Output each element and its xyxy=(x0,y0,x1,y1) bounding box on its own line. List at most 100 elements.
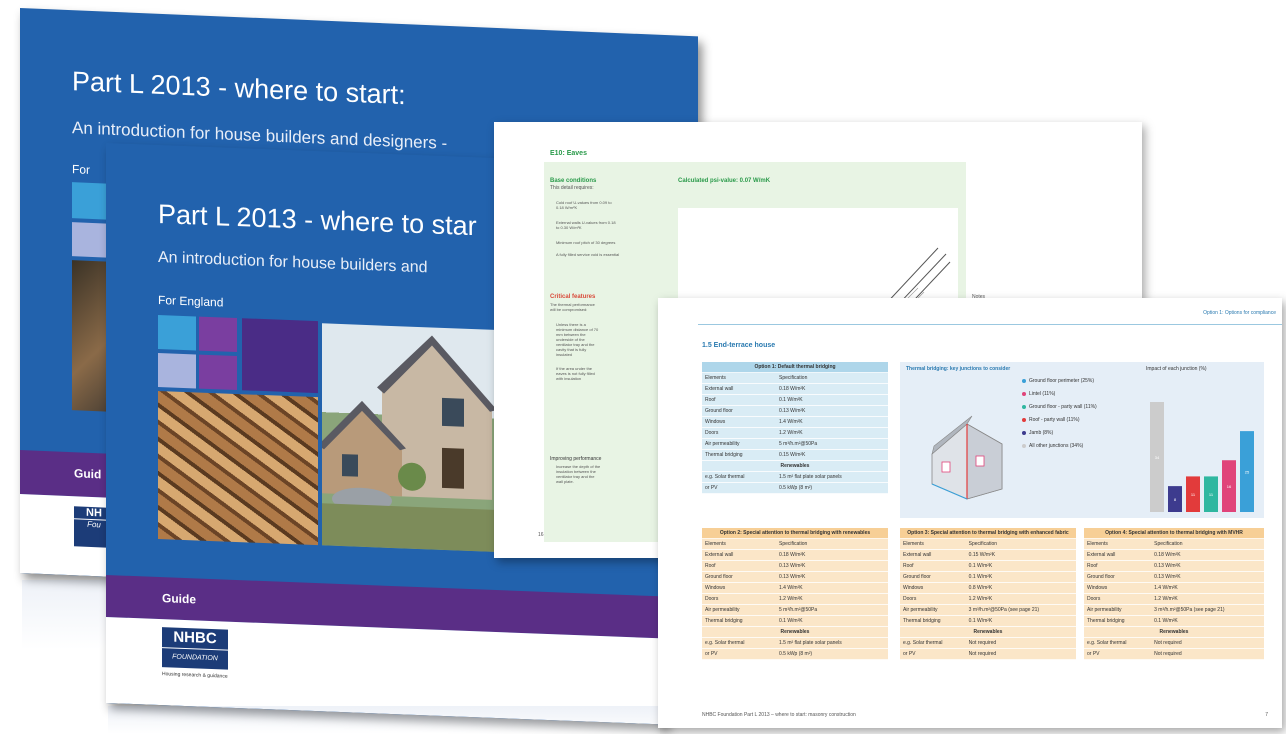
option1-renewables-header-cell: Renewables xyxy=(702,460,888,472)
option3-row-cell: Thermal bridging xyxy=(900,615,966,627)
option4-row-cell: 0.1 W/m²K xyxy=(1151,615,1264,627)
option2-row: Doors 1.2 W/m²K xyxy=(702,593,888,605)
front-tile-purple-2 xyxy=(199,354,237,391)
option4-row: Windows 1.4 W/m²K xyxy=(1084,582,1264,594)
front-cover-guide-label: Guide xyxy=(162,591,197,607)
legend-label: Lintel (11%) xyxy=(1029,391,1056,397)
option4-title-row-cell: Option 4: Special attention to thermal b… xyxy=(1084,528,1264,539)
psi-value: Calculated psi-value: 0.07 W/mK xyxy=(678,178,771,184)
legend-item: All other junctions (34%) xyxy=(1022,443,1083,449)
base-conditions-title: Base conditions xyxy=(550,178,597,184)
back-cover-guide-label: Guid xyxy=(74,466,102,482)
option3-row-cell: 0.1 W/m²K xyxy=(965,615,1076,627)
front-cover-for-label: For England xyxy=(158,292,224,310)
end-terrace-page: Option 1: Options for compliance 1.5 End… xyxy=(658,298,1282,728)
option2-column-header-cell: Elements xyxy=(702,538,776,550)
option4-renewables-header: Renewables xyxy=(1084,626,1264,638)
option4-row-cell: Air permeability xyxy=(1084,604,1152,616)
option3-row-cell: 0.1 W/m²K xyxy=(965,571,1076,583)
terrace-header-right: Option 1: Options for compliance xyxy=(1203,310,1276,316)
legend-swatch xyxy=(1022,378,1026,383)
option3-row-cell: 3 m³/h.m²@50Pa (see page 21) xyxy=(965,604,1076,616)
legend-swatch xyxy=(1022,430,1026,435)
option2-renewables-row-cell: e.g. Solar thermal xyxy=(702,637,776,649)
option4-row: External wall 0.18 W/m²K xyxy=(1084,549,1264,561)
option1-renewables-row-cell: 1.5 m² flat plate solar panels xyxy=(776,471,888,483)
option1-row-cell: Thermal bridging xyxy=(702,449,776,461)
option2-row-cell: 0.1 W/m²K xyxy=(775,615,888,627)
option1-renewables-row-cell: e.g. Solar thermal xyxy=(702,471,776,483)
option1-renewables-row-cell: 0.5 kWp (8 m²) xyxy=(776,482,888,494)
option3-column-header-cell: Elements xyxy=(900,538,966,550)
terrace-page-number: 7 xyxy=(1265,712,1268,718)
option1-row-cell: 0.1 W/m²K xyxy=(776,394,888,406)
back-cover-for-label: For xyxy=(72,162,90,177)
back-cover-title: Part L 2013 - where to start: xyxy=(72,66,406,111)
bridging-title: Thermal bridging: key junctions to consi… xyxy=(906,366,1011,372)
option1-row-cell: 1.4 W/m²K xyxy=(776,416,888,428)
option2-row: Roof 0.13 W/m²K xyxy=(702,560,888,572)
option2-renewables-header-cell: Renewables xyxy=(702,626,888,638)
option4-row-cell: 0.18 W/m²K xyxy=(1151,549,1264,561)
option3-row-cell: 1.2 W/m²K xyxy=(965,593,1076,605)
option2-renewables-row-cell: 1.5 m² flat plate solar panels xyxy=(775,637,888,649)
critical-features-title: Critical features xyxy=(550,294,596,300)
option4-column-header-cell: Specification xyxy=(1151,538,1264,550)
option4-renewables-header-cell: Renewables xyxy=(1084,626,1264,638)
option4-renewables-row: or PV Not required xyxy=(1084,648,1264,660)
legend-item: Roof - party wall (11%) xyxy=(1022,417,1079,423)
option4-renewables-row: e.g. Solar thermal Not required xyxy=(1084,637,1264,649)
option4-row-cell: 1.2 W/m²K xyxy=(1151,593,1264,605)
option4-row-cell: Ground floor xyxy=(1084,571,1152,583)
front-cover-subtitle: An introduction for house builders and xyxy=(158,248,428,277)
base-bullet-1: Cold roof U-values from 0.09 to 0.18 W/m… xyxy=(556,200,612,210)
option2-row: Windows 1.4 W/m²K xyxy=(702,582,888,594)
option2-row-cell: 0.13 W/m²K xyxy=(775,560,888,572)
option4-renewables-row-cell: Not required xyxy=(1151,648,1264,660)
option2-renewables-row-cell: 0.5 kWp (8 m²) xyxy=(775,648,888,660)
impact-bar-chart: 34811 111625 xyxy=(1150,402,1254,512)
option4-row-cell: 0.13 W/m²K xyxy=(1151,560,1264,572)
front-tile-blue xyxy=(158,314,196,351)
bridging-panel: Thermal bridging: key junctions to consi… xyxy=(900,362,1264,518)
terrace-header-rule xyxy=(698,324,1282,325)
impact-bar-label: 25 xyxy=(1245,470,1250,475)
option2-row-cell: Thermal bridging xyxy=(702,615,776,627)
option1-row: Doors 1.2 W/m²K xyxy=(702,427,888,439)
eaves-page-number: 16 xyxy=(538,532,544,538)
base-bullet-3: Minimum roof pitch of 30 degrees xyxy=(556,240,616,245)
option4-row-cell: Doors xyxy=(1084,593,1152,605)
house-photo-art xyxy=(322,335,498,553)
option2-title-row-cell: Option 2: Special attention to thermal b… xyxy=(702,528,888,539)
option3-row-cell: 0.1 W/m²K xyxy=(965,560,1076,572)
eaves-heading: E10: Eaves xyxy=(550,150,587,157)
option4-row-cell: External wall xyxy=(1084,549,1152,561)
option3-row: Windows 0.8 W/m²K xyxy=(900,582,1076,594)
legend-swatch xyxy=(1022,417,1026,422)
option1-row: Ground floor 0.13 W/m²K xyxy=(702,405,888,417)
improving-text: Increase the depth of the insulation bet… xyxy=(556,464,601,484)
option4-table: Option 4: Special attention to thermal b… xyxy=(1084,528,1264,660)
critical-features-text: The thermal performance will be compromi… xyxy=(550,302,595,312)
option3-title-row-cell: Option 3: Special attention to thermal b… xyxy=(900,528,1076,539)
option4-row-cell: 0.13 W/m²K xyxy=(1151,571,1264,583)
option1-row-cell: 1.2 W/m²K xyxy=(776,427,888,439)
option2-row: External wall 0.18 W/m²K xyxy=(702,549,888,561)
option3-row-cell: Windows xyxy=(900,582,966,594)
impact-title: Impact of each junction (%) xyxy=(1146,366,1207,372)
option4-row-cell: Thermal bridging xyxy=(1084,615,1152,627)
option2-row-cell: External wall xyxy=(702,549,776,561)
option1-row: Thermal bridging 0.15 W/m²K xyxy=(702,449,888,461)
option2-row: Air permeability 5 m³/h.m²@50Pa xyxy=(702,604,888,616)
option2-row-cell: Air permeability xyxy=(702,604,776,616)
option2-row-cell: Windows xyxy=(702,582,776,594)
option3-renewables-header: Renewables xyxy=(900,626,1076,638)
option3-row-cell: External wall xyxy=(900,549,966,561)
option3-renewables-row-cell: e.g. Solar thermal xyxy=(900,637,966,649)
critical-bullet-2: If the area under the eaves is not fully… xyxy=(556,366,595,381)
option2-renewables-header: Renewables xyxy=(702,626,888,638)
legend-item: Ground floor perimeter (25%) xyxy=(1022,378,1094,384)
option1-renewables-row-cell: or PV xyxy=(702,482,776,494)
front-cover-title: Part L 2013 - where to star xyxy=(158,198,477,242)
option3-row: Air permeability 3 m³/h.m²@50Pa (see page… xyxy=(900,604,1076,616)
